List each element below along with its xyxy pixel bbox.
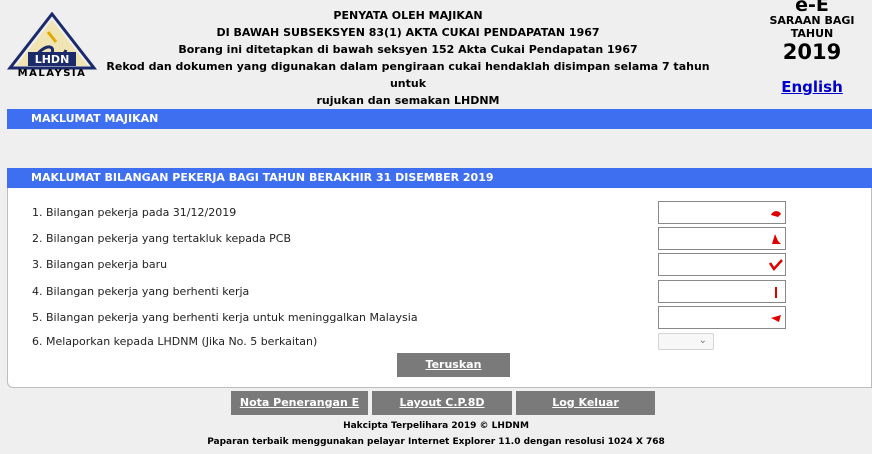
lhdn-logo: LHDN MALAYSIA: [6, 11, 98, 82]
employee-count-input[interactable]: [658, 201, 786, 224]
logout-button[interactable]: Log Keluar: [516, 391, 655, 415]
continue-button[interactable]: Teruskan: [397, 353, 510, 377]
header-line-5: rujukan dan semakan LHDNM: [316, 94, 500, 107]
notes-e-button[interactable]: Nota Penerangan E: [231, 391, 368, 415]
tahun-label: TAHUN: [790, 27, 834, 40]
english-language-link[interactable]: English: [756, 78, 868, 96]
form-code: e-E: [795, 0, 829, 16]
chevron-down-icon: ⌄: [698, 335, 707, 346]
row-label-4: 4. Bilangan pekerja yang berhenti kerja: [32, 285, 250, 298]
lhdn-logo-icon: LHDN: [6, 11, 98, 70]
header-line-3: Borang ini ditetapkan di bawah seksyen 1…: [178, 43, 638, 56]
layout-cp8d-button[interactable]: Layout C.P.8D: [372, 391, 512, 415]
pcb-employee-count-input[interactable]: [658, 227, 786, 250]
form-code-block: e-E SARAAN BAGI TAHUN 2019 English: [756, 0, 868, 96]
required-mark-icon: [771, 211, 781, 217]
header-line-4: Rekod dan dokumen yang digunakan dalam p…: [106, 60, 710, 90]
row-label-6: 6. Melaporkan kepada LHDNM (Jika No. 5 b…: [32, 335, 318, 348]
logo-caption: MALAYSIA: [17, 68, 87, 79]
required-mark-icon: [772, 234, 781, 244]
required-mark-icon: [775, 287, 777, 298]
report-to-lhdnm-select[interactable]: ⌄: [658, 333, 714, 350]
browser-note-text: Paparan terbaik menggunakan pelayar Inte…: [207, 437, 665, 447]
section-employee-count: MAKLUMAT BILANGAN PEKERJA BAGI TAHUN BER…: [7, 168, 872, 188]
logo-mark-text: LHDN: [35, 53, 70, 66]
form-header: PENYATA OLEH MAJIKAN DI BAWAH SUBSEKSYEN…: [100, 7, 716, 109]
row-label-3: 3. Bilangan pekerja baru: [32, 258, 168, 271]
new-employee-count-input[interactable]: [658, 253, 786, 276]
row-label-2: 2. Bilangan pekerja yang tertakluk kepad…: [32, 232, 292, 245]
required-mark-icon: [771, 315, 781, 322]
section-employer-info: MAKLUMAT MAJIKAN: [7, 109, 872, 129]
copyright-text: Hakcipta Terpelihara 2019 © LHDNM: [343, 421, 529, 431]
row-label-1: 1. Bilangan pekerja pada 31/12/2019: [32, 206, 237, 219]
saraan-label: SARAAN BAGI: [769, 14, 855, 27]
header-line-1: PENYATA OLEH MAJIKAN: [333, 9, 483, 22]
row-label-5: 5. Bilangan pekerja yang berhenti kerja …: [32, 311, 418, 324]
leaving-malaysia-count-input[interactable]: [658, 306, 786, 329]
resigned-employee-count-input[interactable]: [658, 280, 786, 303]
assessment-year: 2019: [782, 40, 842, 64]
header-line-2: DI BAWAH SUBSEKSYEN 83(1) AKTA CUKAI PEN…: [216, 26, 600, 39]
required-mark-icon: [769, 259, 783, 272]
